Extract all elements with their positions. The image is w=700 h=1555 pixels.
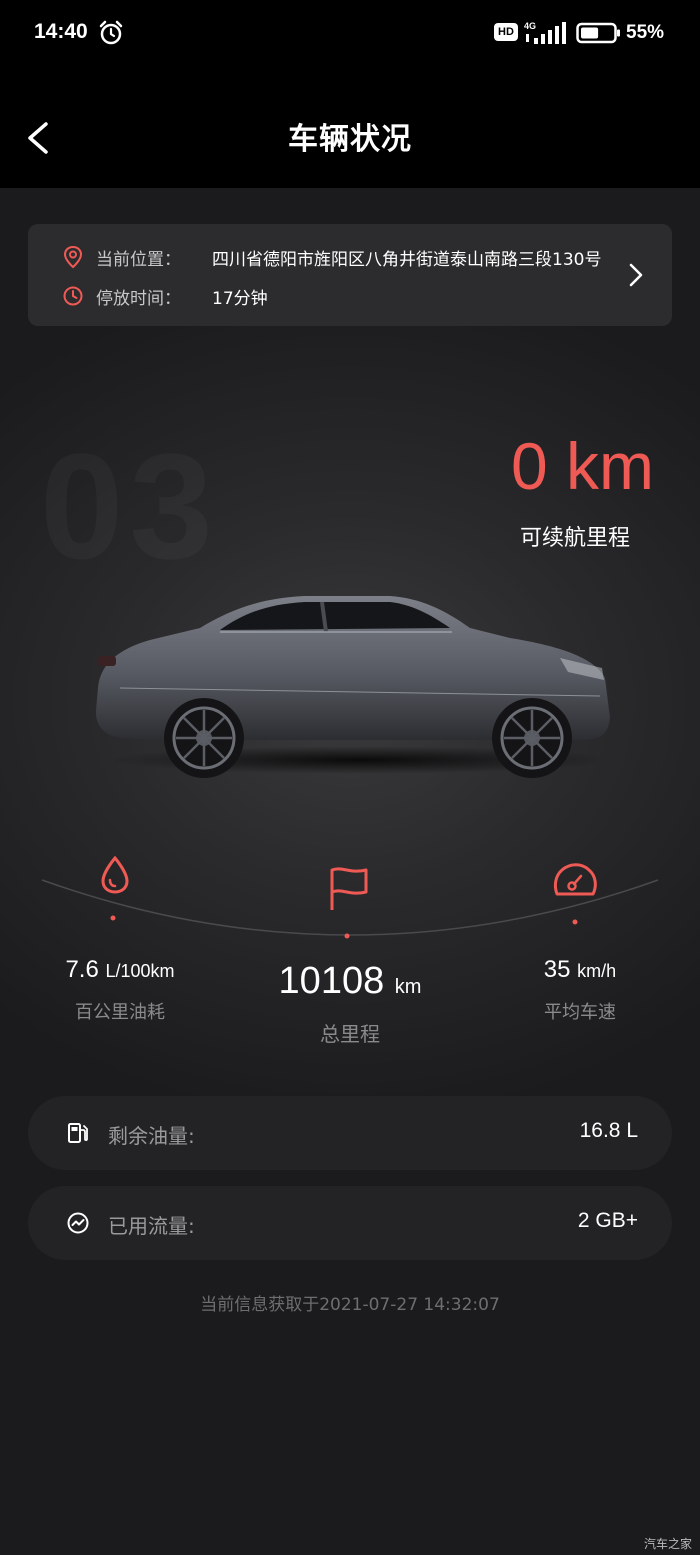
- clock-icon: [63, 286, 83, 306]
- total-mileage-value: 10108 km: [278, 960, 422, 1002]
- location-value: 四川省德阳市旌阳区八角井街道泰山南路三段130号: [212, 249, 602, 270]
- total-mileage-label: 总里程: [320, 1022, 380, 1046]
- location-label: 当前位置：: [96, 249, 181, 270]
- remaining-fuel-label: 剩余油量:: [108, 1124, 195, 1148]
- parked-time-row: 停放时间： 17分钟: [62, 281, 268, 311]
- status-time: 14:40: [34, 20, 88, 43]
- alarm-clock-icon: [99, 20, 123, 45]
- average-speed-value: 35 km/h: [543, 956, 617, 983]
- signal-icon: 4G: [524, 21, 566, 44]
- location-row: 当前位置： 四川省德阳市旌阳区八角井街道泰山南路三段130号: [62, 242, 601, 272]
- remaining-fuel-value: 16.8 L: [579, 1119, 638, 1142]
- update-timestamp: 当前信息获取于2021-07-27 14:32:07: [200, 1295, 500, 1315]
- battery-icon: [576, 22, 620, 44]
- fuel-consumption-value: 7.6 L/100km: [65, 956, 175, 983]
- network-type: 4G: [524, 21, 536, 31]
- fuel-consumption-label: 百公里油耗: [75, 1002, 165, 1023]
- data-trend-icon: [67, 1212, 89, 1234]
- page-title: 车辆状况: [288, 122, 412, 157]
- data-usage-label: 已用流量:: [108, 1214, 195, 1238]
- hd-badge: HD: [494, 23, 518, 41]
- car-image: [95, 596, 610, 778]
- location-pin-icon: [63, 245, 83, 269]
- source-watermark: 汽车之家: [643, 1537, 692, 1551]
- range-value: 0 km: [510, 429, 654, 503]
- range-label: 可续航里程: [519, 526, 630, 551]
- remaining-fuel-row: 剩余油量: 16.8 L: [28, 1096, 672, 1170]
- battery-percent: 55%: [626, 22, 665, 43]
- average-speed-label: 平均车速: [544, 1002, 616, 1023]
- parked-time-value: 17分钟: [212, 288, 268, 309]
- chevron-right-icon[interactable]: [628, 262, 644, 288]
- data-usage-row: 已用流量: 2 GB+: [28, 1186, 672, 1260]
- data-usage-value: 2 GB+: [577, 1209, 638, 1232]
- flag-icon: [330, 867, 368, 910]
- parked-time-label: 停放时间：: [96, 288, 181, 309]
- status-bar: 14:40 HD 4G 55%: [0, 0, 700, 70]
- model-watermark: 03: [40, 420, 219, 593]
- speedometer-icon: [553, 863, 597, 896]
- fuel-pump-icon: [68, 1123, 88, 1143]
- fuel-drop-icon: [101, 855, 129, 894]
- location-card[interactable]: 当前位置： 四川省德阳市旌阳区八角井街道泰山南路三段130号 停放时间： 17分…: [28, 224, 672, 326]
